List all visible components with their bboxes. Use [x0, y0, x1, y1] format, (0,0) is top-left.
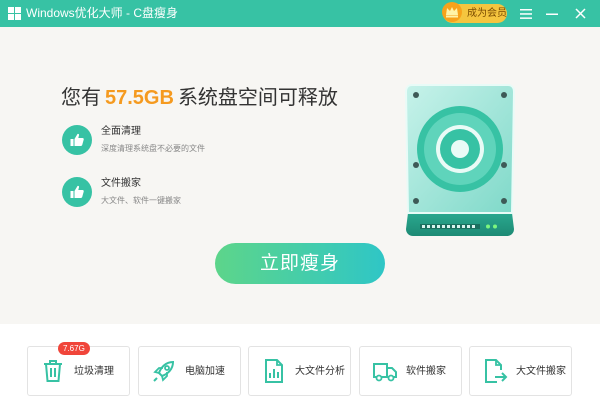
feature-description: 大文件、软件一键搬家: [101, 196, 181, 205]
truck-icon: [373, 363, 397, 382]
close-icon: [574, 8, 586, 19]
junk-size-badge: 7.67G: [58, 342, 90, 355]
tool-label: 大文件分析: [295, 366, 345, 377]
menu-button[interactable]: [516, 4, 536, 23]
releasable-size: 57.5GB: [105, 87, 174, 109]
menu-icon: [520, 8, 532, 19]
tool-label: 大文件搬家: [516, 366, 566, 377]
feature-description: 深度清理系统盘不必要的文件: [101, 144, 205, 153]
tool-pc-speedup[interactable]: 电脑加速: [138, 346, 241, 396]
main-panel: 您有 57.5GB 系统盘空间可释放 全面清理 深度清理系统盘不必要的文件 文件搬家…: [0, 27, 600, 324]
tool-label: 软件搬家: [406, 366, 446, 377]
rocket-icon: [153, 360, 175, 382]
tool-junk-clean[interactable]: 7.67G 垃圾清理: [27, 342, 130, 396]
file-move-icon: [485, 359, 508, 383]
tool-large-file-move[interactable]: 大文件搬家: [469, 346, 572, 396]
feature-title: 文件搬家: [101, 178, 141, 189]
headline: 您有 57.5GB 系统盘空间可释放: [61, 85, 338, 111]
title-bar: Windows优化大师 - C盘瘦身 成为会员: [0, 0, 600, 27]
file-chart-icon: [265, 359, 283, 383]
slim-now-button[interactable]: 立即瘦身: [215, 243, 385, 284]
trash-icon: [44, 360, 62, 382]
tool-label: 垃圾清理: [74, 366, 114, 377]
feature-full-clean: 全面清理 深度清理系统盘不必要的文件: [62, 125, 302, 157]
minimize-icon: [546, 13, 558, 15]
crown-icon: [442, 2, 462, 22]
windows-logo-icon: [8, 7, 21, 20]
become-member-button[interactable]: 成为会员: [442, 2, 507, 23]
window-title: Windows优化大师 - C盘瘦身: [26, 6, 179, 20]
tool-label: 电脑加速: [185, 366, 225, 377]
close-button[interactable]: [570, 4, 590, 23]
thumbs-up-icon: [62, 177, 92, 207]
tool-software-move[interactable]: 软件搬家: [359, 346, 462, 396]
hard-disk-illustration: [404, 84, 516, 236]
headline-suffix: 系统盘空间可释放: [177, 87, 338, 109]
feature-title: 全面清理: [101, 126, 141, 137]
feature-file-move: 文件搬家 大文件、软件一键搬家: [62, 177, 302, 209]
tool-large-file-analysis[interactable]: 大文件分析: [248, 346, 351, 396]
headline-prefix: 您有: [61, 87, 101, 109]
become-member-label: 成为会员: [467, 8, 507, 19]
thumbs-up-icon: [62, 125, 92, 155]
tool-bar: 7.67G 垃圾清理 电脑加速 大文件分析 软件搬家 大文件搬家: [0, 324, 600, 418]
minimize-button[interactable]: [542, 4, 562, 23]
